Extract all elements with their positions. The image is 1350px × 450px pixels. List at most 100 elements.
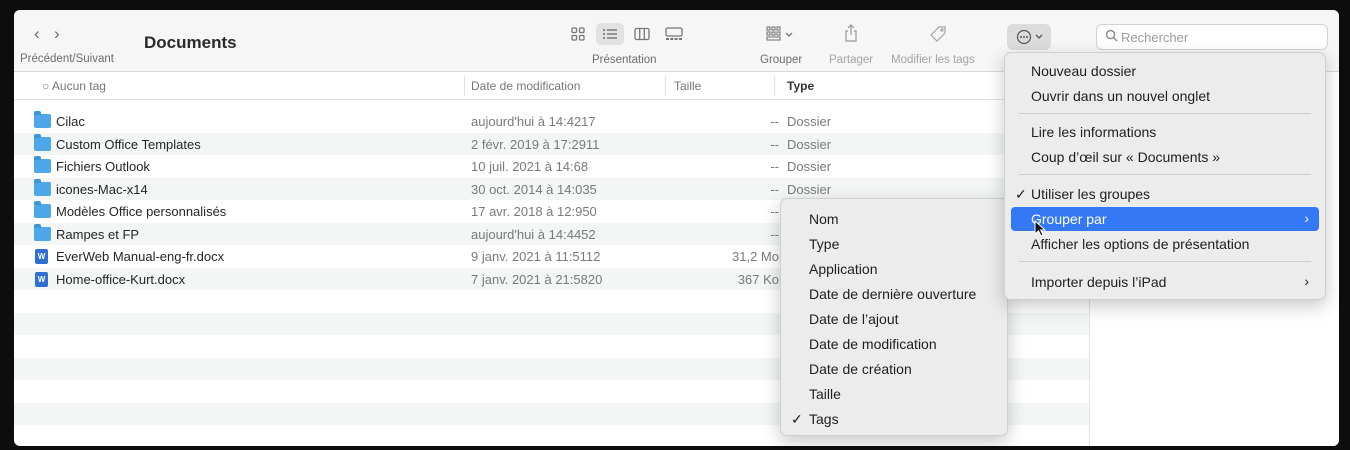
file-size: 31,2 Mo <box>732 249 779 264</box>
column-header-date[interactable]: Date de modification <box>471 79 580 93</box>
nav-label: Précédent/Suivant <box>20 53 114 65</box>
share-icon <box>845 24 857 42</box>
file-date: 30 oct. 2014 à 14:035 <box>471 181 597 197</box>
folder-icon <box>34 133 51 151</box>
file-name: EverWeb Manual-eng-fr.docx <box>56 249 225 264</box>
folder-icon <box>34 111 51 128</box>
gallery-view-button[interactable] <box>660 23 688 45</box>
checkmark-icon: ✓ <box>791 411 803 427</box>
forward-chevron-icon[interactable]: › <box>54 24 74 44</box>
actions-menu: Nouveau dossier Ouvrir dans un nouvel on… <box>1004 52 1326 300</box>
file-size: -- <box>770 226 779 242</box>
file-size: -- <box>770 159 779 174</box>
file-size: -- <box>770 114 779 129</box>
chevron-down-icon <box>1035 34 1042 39</box>
list-view-icon <box>603 29 617 39</box>
back-chevron-icon[interactable]: ‹ <box>34 24 54 44</box>
file-name: icones-Mac-x14 <box>56 181 148 197</box>
file-kind: Dossier <box>787 114 832 129</box>
word-document-icon: W <box>35 271 48 287</box>
file-size: 367 Ko <box>737 271 779 287</box>
column-divider[interactable] <box>464 76 465 96</box>
file-size: -- <box>770 136 779 152</box>
file-row[interactable]: icones-Mac-x14 30 oct. 2014 à 14:035 -- … <box>14 177 1089 200</box>
file-row[interactable]: Custom Office Templates 2 févr. 2019 à 1… <box>14 132 1089 155</box>
search-field[interactable] <box>1096 24 1328 50</box>
menu-item-quick-look[interactable]: Coup d’œil sur « Documents » <box>1011 145 1319 169</box>
view-switcher <box>564 23 688 45</box>
checkmark-icon: ✓ <box>1015 186 1027 202</box>
submenu-item-date-added[interactable]: Date de l’ajout <box>787 307 1001 331</box>
submenu-item-tags[interactable]: ✓ Tags <box>787 407 1001 431</box>
tag-icon <box>930 26 946 42</box>
file-name: Custom Office Templates <box>56 136 201 152</box>
submenu-item-date-created[interactable]: Date de création <box>787 357 1001 381</box>
chevron-right-icon: › <box>1304 210 1309 226</box>
share-button[interactable] <box>844 24 858 45</box>
tag-circle-icon: ○ <box>42 79 50 93</box>
folder-icon <box>34 223 51 241</box>
gallery-view-icon <box>665 27 683 40</box>
list-view-button[interactable] <box>596 23 624 45</box>
menu-separator <box>1019 174 1311 175</box>
column-header-bar: ○ Aucun tag Date de modification Taille … <box>14 72 1089 100</box>
share-label: Partager <box>829 54 874 66</box>
menu-separator <box>1019 261 1311 262</box>
file-date: aujourd'hui à 14:4452 <box>471 226 596 242</box>
column-header-kind[interactable]: Type <box>787 79 814 93</box>
file-row[interactable]: Fichiers Outlook 10 juil. 2021 à 14:68 -… <box>14 155 1089 178</box>
search-input[interactable] <box>1121 28 1321 46</box>
tags-label: Modifier les tags <box>891 54 975 66</box>
menu-item-new-folder[interactable]: Nouveau dossier <box>1011 59 1319 83</box>
word-document-icon: W <box>35 249 48 264</box>
submenu-item-kind[interactable]: Type <box>787 232 1001 256</box>
window-title: Documents <box>144 33 237 52</box>
file-kind: Dossier <box>787 159 832 174</box>
icon-view-button[interactable] <box>564 23 592 45</box>
menu-separator <box>1019 113 1311 114</box>
submenu-item-name[interactable]: Nom <box>787 207 1001 231</box>
file-name: Cilac <box>56 114 85 129</box>
column-view-icon <box>634 27 650 41</box>
group-button[interactable] <box>766 26 796 45</box>
file-date: 7 janv. 2021 à 21:5820 <box>471 271 603 287</box>
submenu-item-date-modified[interactable]: Date de modification <box>787 332 1001 356</box>
menu-item-open-new-tab[interactable]: Ouvrir dans un nouvel onglet <box>1011 84 1319 108</box>
column-divider[interactable] <box>665 76 666 96</box>
file-kind: Dossier <box>787 181 832 197</box>
file-date: 17 avr. 2018 à 12:950 <box>471 204 597 219</box>
menu-item-view-options[interactable]: Afficher les options de présentation <box>1011 232 1319 256</box>
submenu-item-last-opened[interactable]: Date de dernière ouverture <box>787 282 1001 306</box>
folder-icon <box>34 201 51 218</box>
file-name: Fichiers Outlook <box>56 159 150 174</box>
more-actions-icon <box>1016 29 1031 45</box>
group-by-submenu: Nom Type Application Date de dernière ou… <box>780 198 1008 436</box>
file-date: 10 juil. 2021 à 14:68 <box>471 159 589 174</box>
file-kind: Dossier <box>787 136 832 152</box>
submenu-item-size[interactable]: Taille <box>787 382 1001 406</box>
column-divider[interactable] <box>774 76 775 96</box>
menu-item-get-info[interactable]: Lire les informations <box>1011 120 1319 144</box>
column-view-button[interactable] <box>628 23 656 45</box>
group-label: Grouper <box>760 54 803 66</box>
icon-view-icon <box>571 27 585 41</box>
menu-item-group-by[interactable]: Grouper par › <box>1011 207 1319 231</box>
nav-arrows: ‹ › <box>34 24 74 44</box>
column-header-name[interactable]: ○ Aucun tag <box>42 79 106 93</box>
group-icon <box>766 26 793 41</box>
mouse-pointer-icon <box>1034 220 1046 237</box>
column-header-size[interactable]: Taille <box>674 79 701 93</box>
file-size: -- <box>770 181 779 197</box>
file-row[interactable]: Cilac aujourd'hui à 14:4217 -- Dossier <box>14 110 1089 133</box>
file-date: 2 févr. 2019 à 17:2911 <box>471 136 600 152</box>
more-actions-button[interactable] <box>1007 24 1051 50</box>
chevron-right-icon: › <box>1304 273 1309 289</box>
file-size: -- <box>770 204 779 219</box>
menu-item-use-groups[interactable]: ✓ Utiliser les groupes <box>1011 182 1319 206</box>
tag-button[interactable] <box>929 25 947 46</box>
file-name: Rampes et FP <box>56 226 140 242</box>
file-date: aujourd'hui à 14:4217 <box>471 114 596 129</box>
submenu-item-application[interactable]: Application <box>787 257 1001 281</box>
menu-item-import-ipad[interactable]: Importer depuis l’iPad › <box>1011 270 1319 294</box>
folder-icon <box>34 156 51 173</box>
